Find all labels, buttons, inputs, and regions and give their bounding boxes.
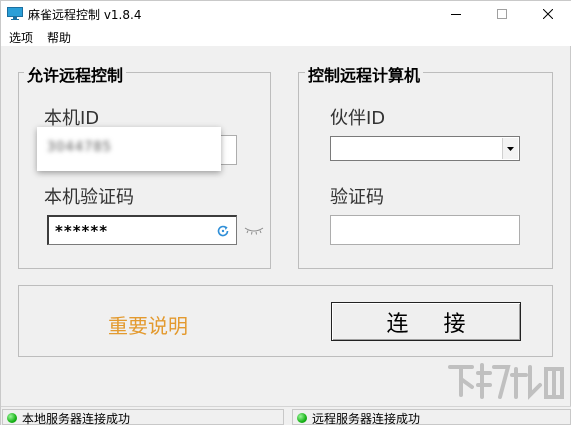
status-ok-icon — [7, 413, 17, 423]
control-remote-legend: 控制远程计算机 — [305, 62, 424, 86]
connect-label: 连 接 — [386, 311, 480, 337]
partner-id-select[interactable] — [330, 136, 520, 161]
title-bar[interactable]: 麻雀远程控制 v1.8.4 — [1, 1, 571, 27]
partner-id-label: 伙伴ID — [330, 108, 386, 129]
maximize-button[interactable] — [479, 1, 525, 27]
status-local-text: 本地服务器连接成功 — [22, 412, 131, 425]
close-button[interactable] — [525, 1, 571, 27]
important-notes-link[interactable]: 重要说明 — [108, 310, 188, 339]
local-id-display[interactable]: 3044785 — [37, 127, 221, 171]
local-code-value: ****** — [55, 222, 109, 240]
monitor-icon — [7, 7, 23, 20]
allow-remote-legend: 允许远程控制 — [24, 62, 127, 86]
close-icon — [543, 9, 553, 19]
app-window: 麻雀远程控制 v1.8.4 选项 帮助 允许远程控制 本机ID 3044785 … — [0, 0, 571, 425]
status-bar: 本地服务器连接成功 远程服务器连接成功 — [1, 406, 571, 425]
menu-bar: 选项 帮助 — [1, 27, 571, 46]
menu-help[interactable]: 帮助 — [47, 29, 71, 46]
status-remote: 远程服务器连接成功 — [292, 409, 571, 425]
maximize-icon — [497, 9, 507, 19]
status-local: 本地服务器连接成功 — [2, 409, 284, 425]
local-code-label: 本机验证码 — [44, 187, 134, 208]
connect-button[interactable]: 连 接 — [331, 302, 521, 341]
dropdown-button[interactable] — [502, 138, 518, 159]
partner-code-field[interactable] — [330, 215, 520, 245]
local-id-value: 3044785 — [47, 140, 112, 155]
menu-options[interactable]: 选项 — [9, 29, 33, 46]
refresh-icon[interactable] — [216, 224, 230, 238]
partner-code-label: 验证码 — [330, 187, 384, 208]
chevron-down-icon — [507, 146, 514, 151]
local-code-field[interactable]: ****** — [47, 215, 237, 245]
status-ok-icon — [297, 413, 307, 423]
minimize-button[interactable] — [433, 1, 479, 27]
window-title: 麻雀远程控制 v1.8.4 — [28, 8, 142, 22]
minimize-icon — [451, 14, 461, 15]
status-remote-text: 远程服务器连接成功 — [312, 412, 421, 425]
watermark-logo — [448, 363, 564, 400]
eye-closed-icon[interactable] — [244, 225, 264, 235]
